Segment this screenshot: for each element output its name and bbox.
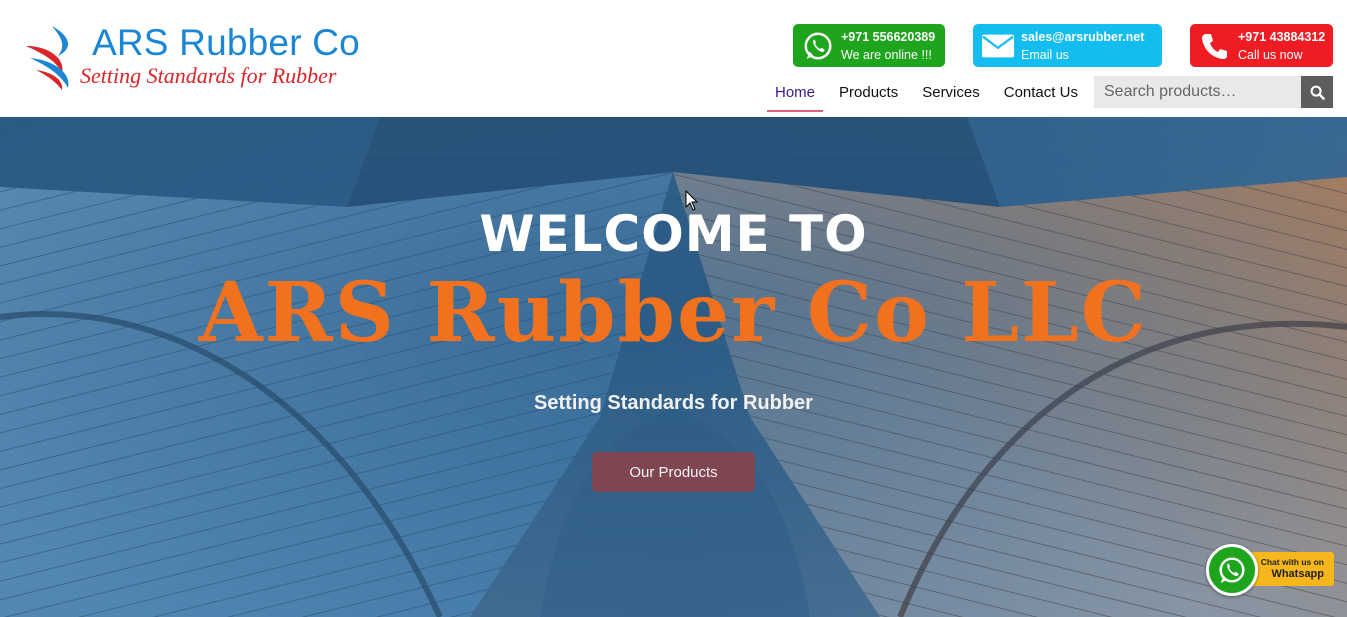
whatsapp-status: We are online !!! xyxy=(841,47,932,62)
chat-widget-line2: Whatsapp xyxy=(1271,568,1324,580)
nav-item-home[interactable]: Home xyxy=(767,76,824,112)
site-logo[interactable]: ARS Rubber Co Setting Standards for Rubb… xyxy=(22,22,382,92)
mouse-cursor-icon xyxy=(685,190,699,211)
nav-item-services[interactable]: Services xyxy=(914,76,988,112)
chat-widget-label: Chat with us on Whatsapp xyxy=(1250,552,1334,586)
hero-company-heading: ARS Rubber Co LLC xyxy=(199,265,1148,361)
phone-icon xyxy=(1198,29,1232,63)
email-address: sales@arsrubber.net xyxy=(1021,29,1145,44)
site-header: ARS Rubber Co Setting Standards for Rubb… xyxy=(0,0,1347,117)
whatsapp-icon xyxy=(1206,544,1258,596)
whatsapp-icon xyxy=(801,29,835,63)
whatsapp-number: +971 556620389 xyxy=(841,29,936,44)
whatsapp-chat-widget[interactable]: Chat with us on Whatsapp xyxy=(1206,544,1334,600)
hero-background-image xyxy=(0,117,1347,617)
envelope-icon xyxy=(981,29,1015,63)
whatsapp-contact-button[interactable]: +971 556620389 We are online !!! xyxy=(793,24,945,67)
hero-tagline: Setting Standards for Rubber xyxy=(534,392,813,414)
logo-waves-icon xyxy=(26,26,69,90)
logo-tagline: Setting Standards for Rubber xyxy=(80,63,337,88)
chat-widget-line1: Chat with us on xyxy=(1260,557,1324,567)
search-button[interactable] xyxy=(1301,76,1333,108)
logo-company-name: ARS Rubber Co xyxy=(92,22,360,63)
call-contact-button[interactable]: +971 43884312 Call us now xyxy=(1190,24,1333,67)
email-contact-button[interactable]: sales@arsrubber.net Email us xyxy=(973,24,1162,67)
email-label: Email us xyxy=(1021,47,1069,62)
hero-banner: WELCOME TO ARS Rubber Co LLC Setting Sta… xyxy=(0,117,1347,617)
hero-welcome-heading: WELCOME TO xyxy=(479,205,868,263)
main-nav: Home Products Services Contact Us xyxy=(767,76,1094,112)
nav-item-contact-us[interactable]: Contact Us xyxy=(996,76,1086,112)
search-input[interactable] xyxy=(1094,76,1301,108)
search-icon xyxy=(1310,85,1325,100)
call-number: +971 43884312 xyxy=(1238,29,1326,44)
nav-item-products[interactable]: Products xyxy=(831,76,906,112)
call-label: Call us now xyxy=(1238,47,1303,62)
product-search xyxy=(1094,76,1333,108)
our-products-button[interactable]: Our Products xyxy=(592,452,755,492)
